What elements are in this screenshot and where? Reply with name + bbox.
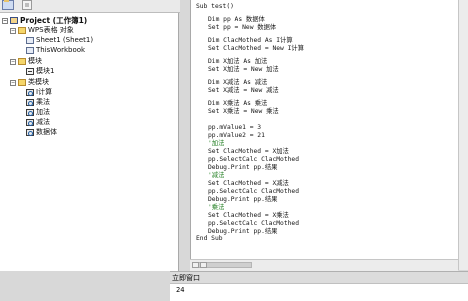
code-line[interactable]: Set ClacMothed = X乘法 <box>208 212 289 219</box>
code-line[interactable]: pp.SelectCalc ClacMothed <box>208 156 299 163</box>
code-line[interactable]: Set ClacMothed = X减法 <box>208 180 289 187</box>
code-line[interactable]: Dim X乘法 As 乘法 <box>208 100 267 107</box>
tree-item-label: 类模块 <box>28 78 49 86</box>
immediate-output: 24 <box>176 286 185 294</box>
tree-item-label: WPS表格 对象 <box>28 26 74 34</box>
code-line[interactable]: Set X乘法 = New 乘法 <box>208 108 279 115</box>
tree-item-label: 模块 <box>28 57 42 65</box>
code-line[interactable]: pp.mValue2 = 21 <box>208 132 265 139</box>
collapse-toggle-icon[interactable]: − <box>2 18 8 24</box>
collapse-toggle-icon[interactable]: − <box>10 80 16 86</box>
folder-icon[interactable] <box>2 0 14 10</box>
code-line[interactable]: Dim ClacMothed As I计算 <box>208 37 293 44</box>
collapse-toggle-icon[interactable]: − <box>10 59 16 65</box>
code-line[interactable]: Dim pp As 数据体 <box>208 16 265 23</box>
code-line[interactable]: Set ClacMothed = X加法 <box>208 148 289 155</box>
folder-icon <box>18 27 26 34</box>
workbook-icon <box>26 47 34 54</box>
code-line[interactable]: pp.mValue1 = 3 <box>208 124 261 131</box>
project-icon <box>10 17 18 24</box>
toolbar <box>0 0 180 13</box>
code-line[interactable]: End Sub <box>196 235 223 242</box>
class-module-icon <box>26 109 34 116</box>
project-explorer: − Project (工作簿1) − WPS表格 对象 Sheet1 (Sheet1) T… <box>0 13 179 271</box>
class-module-icon <box>26 99 34 106</box>
toolbar-button-icon[interactable] <box>22 0 32 10</box>
folder-icon <box>18 79 26 86</box>
tree-item-label: 乘法 <box>36 98 50 106</box>
collapse-toggle-icon[interactable]: − <box>10 28 16 34</box>
code-line[interactable]: Debug.Print pp.结果 <box>208 196 277 203</box>
class-module-icon <box>26 119 34 126</box>
code-line[interactable]: Debug.Print pp.结果 <box>208 228 277 235</box>
code-comment[interactable]: '加法 <box>208 140 224 147</box>
sheet-icon <box>26 37 34 44</box>
code-line[interactable]: Set pp = New 数据体 <box>208 24 276 31</box>
immediate-window[interactable]: 24 <box>170 283 468 301</box>
code-line[interactable]: Set X减法 = New 减法 <box>208 87 279 94</box>
folder-icon <box>18 58 26 65</box>
code-line[interactable]: Dim X减法 As 减法 <box>208 79 267 86</box>
tree-item-label: 加法 <box>36 108 50 116</box>
immediate-window-title: 立即窗口 <box>170 271 468 283</box>
class-module-icon <box>26 129 34 136</box>
tree-item-label: I计算 <box>36 88 53 96</box>
code-line[interactable]: Debug.Print pp.结果 <box>208 164 277 171</box>
code-line[interactable]: pp.SelectCalc ClacMothed <box>208 220 299 227</box>
code-line[interactable]: Set X加法 = New 加法 <box>208 66 279 73</box>
module-icon <box>26 68 34 75</box>
code-line[interactable]: pp.SelectCalc ClacMothed <box>208 188 299 195</box>
full-module-view-button[interactable] <box>200 262 207 268</box>
code-line[interactable]: Dim X加法 As 加法 <box>208 58 267 65</box>
class-module-icon <box>26 89 34 96</box>
tree-item-label: Sheet1 (Sheet1) <box>36 36 94 44</box>
code-line[interactable]: Set ClacMothed = New I计算 <box>208 45 304 52</box>
tree-item-label: 模块1 <box>36 67 55 75</box>
tree-item-label: Project (工作簿1) <box>20 16 88 25</box>
tree-item-label: ThisWorkbook <box>36 46 86 54</box>
procedure-view-button[interactable] <box>192 262 199 268</box>
code-window[interactable]: Sub test() Dim pp As 数据体 Set pp = New 数据体 D… <box>190 0 459 270</box>
code-comment[interactable]: '乘法 <box>208 204 224 211</box>
code-line[interactable]: Sub test() <box>196 3 234 10</box>
horizontal-scrollbar[interactable] <box>190 259 458 271</box>
vertical-scrollbar[interactable] <box>458 0 468 270</box>
code-comment[interactable]: '减法 <box>208 172 224 179</box>
tree-item-label: 减法 <box>36 118 50 126</box>
tree-item-label: 数据体 <box>36 128 57 136</box>
